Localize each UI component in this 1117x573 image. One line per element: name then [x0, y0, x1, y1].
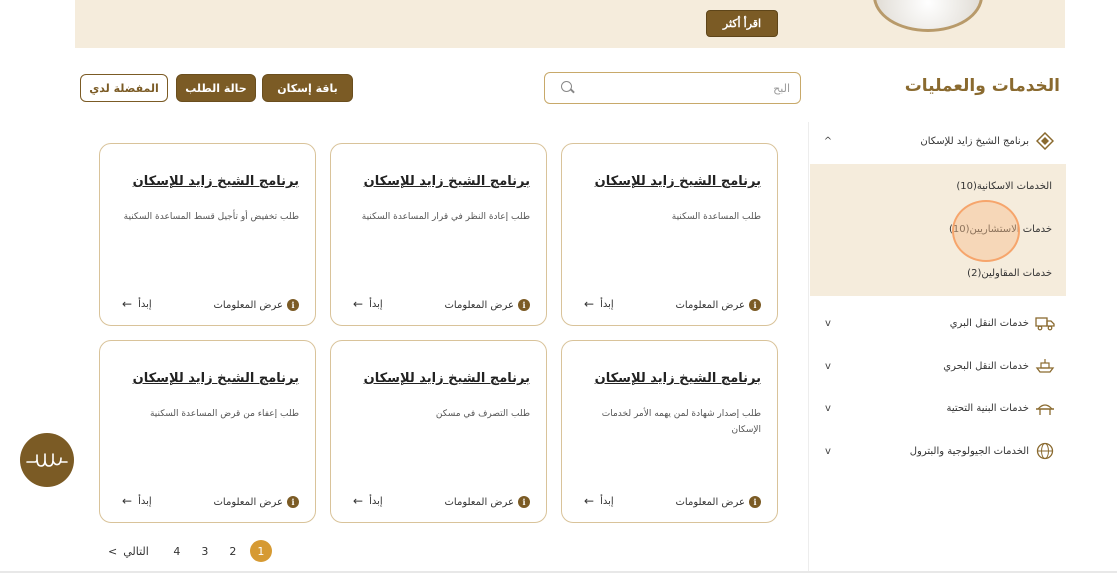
page-1-active[interactable]: 1: [249, 540, 272, 562]
submenu-item-contractor-services[interactable]: خدمات المقاولين(2): [967, 268, 1052, 279]
service-card[interactable]: برنامج الشيخ زايد للإسكان طلب إصدار شهاد…: [561, 340, 778, 523]
start-label: إبدأ: [600, 298, 614, 310]
pagination: < التالي 4 3 2 1: [108, 540, 275, 562]
card-description: طلب تخفيض أو تأجيل قسط المساعدة السكنية: [123, 212, 299, 222]
card-title[interactable]: برنامج الشيخ زايد للإسكان: [595, 174, 761, 189]
chevron-left-icon: <: [108, 544, 118, 558]
info-icon: i: [287, 496, 299, 508]
service-card[interactable]: برنامج الشيخ زايد للإسكان طلب تخفيض أو ت…: [99, 143, 316, 326]
page-4[interactable]: 4: [166, 540, 188, 562]
arrow-left-icon: ←: [122, 297, 133, 311]
card-title[interactable]: برنامج الشيخ زايد للإسكان: [595, 371, 761, 386]
service-card[interactable]: برنامج الشيخ زايد للإسكان طلب التصرف في …: [330, 340, 547, 523]
info-icon: i: [749, 299, 761, 311]
submenu-item-housing-services[interactable]: الخدمات الاسكانية(10): [956, 181, 1052, 192]
view-info-link[interactable]: i عرض المعلومات: [676, 299, 761, 311]
start-link[interactable]: إبدأ ←: [122, 494, 152, 508]
start-label: إبدأ: [369, 495, 383, 507]
start-label: إبدأ: [138, 298, 152, 310]
service-card[interactable]: برنامج الشيخ زايد للإسكان طلب إعفاء من ق…: [99, 340, 316, 523]
info-icon: i: [287, 299, 299, 311]
view-info-label: عرض المعلومات: [675, 299, 745, 311]
view-info-link[interactable]: i عرض المعلومات: [445, 496, 530, 508]
card-description: طلب إعادة النظر في قرار المساعدة السكنية: [361, 212, 530, 222]
bridge-icon: [1035, 399, 1055, 417]
service-card[interactable]: برنامج الشيخ زايد للإسكان طلب المساعدة ا…: [561, 143, 778, 326]
request-status-button[interactable]: حالة الطلب: [176, 74, 256, 102]
chevron-up-icon[interactable]: ^: [821, 136, 835, 147]
sidebar-item-marine-transport[interactable]: خدمات النقل البحري v: [809, 347, 1067, 385]
page-2[interactable]: 2: [222, 540, 244, 562]
card-title[interactable]: برنامج الشيخ زايد للإسكان: [133, 371, 299, 386]
chevron-down-icon[interactable]: v: [821, 361, 835, 372]
view-info-link[interactable]: i عرض المعلومات: [676, 496, 761, 508]
start-link[interactable]: إبدأ ←: [353, 297, 383, 311]
view-info-label: عرض المعلومات: [213, 496, 283, 508]
diamond-emblem-icon: [1035, 132, 1055, 150]
next-page-link[interactable]: < التالي: [108, 545, 149, 558]
arrow-left-icon: ←: [353, 494, 364, 508]
card-title[interactable]: برنامج الشيخ زايد للإسكان: [364, 174, 530, 189]
sidebar-item-label: برنامج الشيخ زايد للإسكان: [920, 135, 1029, 147]
info-icon: i: [518, 299, 530, 311]
card-description: طلب إعفاء من قرض المساعدة السكنية: [149, 409, 299, 419]
chevron-down-icon[interactable]: v: [821, 318, 835, 329]
arrow-left-icon: ←: [584, 494, 595, 508]
view-info-link[interactable]: i عرض المعلومات: [214, 299, 299, 311]
start-label: إبدأ: [600, 495, 614, 507]
sidebar-item-infrastructure[interactable]: خدمات البنية التحتية v: [809, 389, 1067, 427]
chevron-down-icon[interactable]: v: [821, 403, 835, 414]
search-input[interactable]: [575, 81, 790, 95]
truck-icon: [1035, 314, 1055, 332]
favorites-button[interactable]: المفضلة لدي: [80, 74, 168, 102]
sidebar-item-land-transport[interactable]: خدمات النقل البري v: [809, 304, 1067, 342]
globe-icon: [1035, 442, 1055, 460]
view-info-link[interactable]: i عرض المعلومات: [445, 299, 530, 311]
start-label: إبدأ: [369, 298, 383, 310]
housing-package-button[interactable]: باقة إسكان: [262, 74, 353, 102]
sidebar-item-geology-petroleum[interactable]: الخدمات الجيولوجية والبترول v: [809, 432, 1067, 470]
chevron-down-icon[interactable]: v: [821, 446, 835, 457]
page-3[interactable]: 3: [194, 540, 216, 562]
start-link[interactable]: إبدأ ←: [584, 494, 614, 508]
sidebar-submenu: الخدمات الاسكانية(10) خدمات الاستشاريين(…: [810, 164, 1066, 296]
start-link[interactable]: إبدأ ←: [353, 494, 383, 508]
view-info-label: عرض المعلومات: [444, 299, 514, 311]
sidebar-item-zayed-housing[interactable]: برنامج الشيخ زايد للإسكان ^: [809, 122, 1067, 160]
info-icon: i: [518, 496, 530, 508]
start-label: إبدأ: [138, 495, 152, 507]
search-box[interactable]: [544, 72, 801, 104]
search-icon[interactable]: [559, 80, 575, 96]
card-description: طلب المساعدة السكنية: [671, 212, 761, 222]
start-link[interactable]: إبدأ ←: [584, 297, 614, 311]
sidebar-item-label: خدمات البنية التحتية: [946, 402, 1029, 414]
sidebar-item-label: خدمات النقل البحري: [943, 360, 1029, 372]
sidebar-item-label: الخدمات الجيولوجية والبترول: [909, 445, 1029, 457]
service-card[interactable]: برنامج الشيخ زايد للإسكان طلب إعادة النظ…: [330, 143, 547, 326]
ship-icon: [1035, 357, 1055, 375]
assistant-logo-button[interactable]: [20, 433, 74, 487]
card-description: طلب التصرف في مسكن: [435, 409, 530, 419]
click-highlight-indicator: [952, 200, 1020, 262]
next-page-label: التالي: [123, 544, 149, 558]
view-info-label: عرض المعلومات: [675, 496, 745, 508]
sidebar-item-label: خدمات النقل البري: [949, 317, 1029, 329]
card-description: طلب إصدار شهادة لمن يهمه الأمر لخدمات ال…: [601, 409, 761, 436]
section-title: الخدمات والعمليات: [904, 76, 1060, 96]
card-title[interactable]: برنامج الشيخ زايد للإسكان: [133, 174, 299, 189]
info-icon: i: [749, 496, 761, 508]
arrow-left-icon: ←: [122, 494, 133, 508]
view-info-label: عرض المعلومات: [444, 496, 514, 508]
signature-logo-icon: [26, 453, 68, 467]
arrow-left-icon: ←: [584, 297, 595, 311]
read-more-button[interactable]: اقرأ أكثر: [706, 10, 778, 37]
start-link[interactable]: إبدأ ←: [122, 297, 152, 311]
view-info-link[interactable]: i عرض المعلومات: [214, 496, 299, 508]
view-info-label: عرض المعلومات: [213, 299, 283, 311]
card-title[interactable]: برنامج الشيخ زايد للإسكان: [364, 371, 530, 386]
arrow-left-icon: ←: [353, 297, 364, 311]
